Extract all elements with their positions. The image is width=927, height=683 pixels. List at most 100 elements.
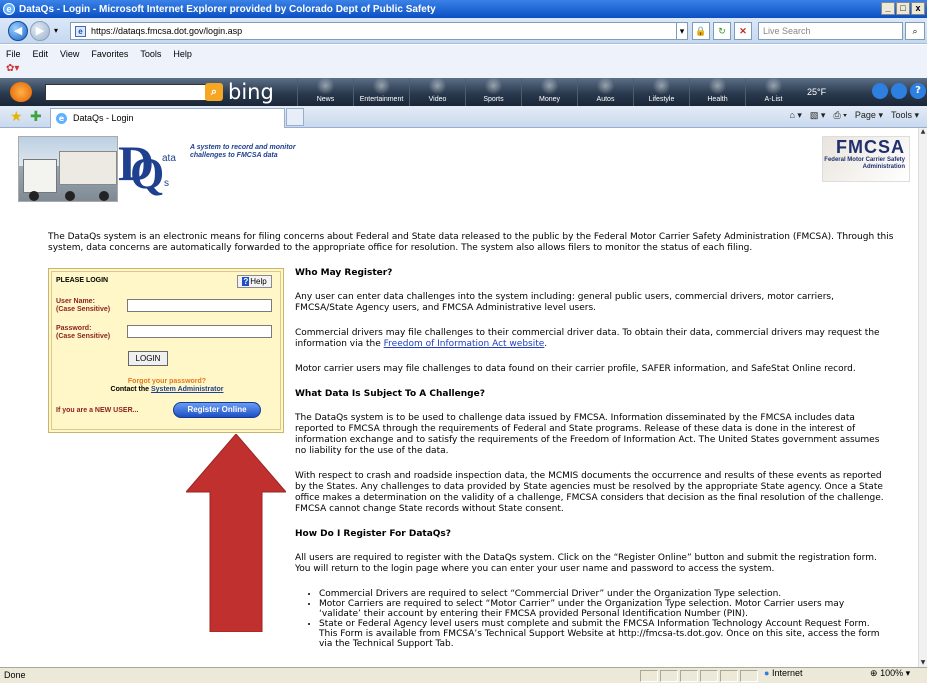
- intro-text: The DataQs system is an electronic means…: [48, 232, 894, 253]
- status-text: Done: [4, 670, 26, 680]
- back-button[interactable]: ◀: [8, 21, 28, 41]
- minimize-button[interactable]: _: [881, 2, 895, 15]
- login-panel: PLEASE LOGIN ? Help User Name: (Case Sensi…: [48, 268, 284, 433]
- menu-file[interactable]: File: [6, 49, 21, 59]
- new-tab-button[interactable]: [286, 108, 304, 126]
- help-button[interactable]: ? Help: [237, 275, 272, 288]
- stop-icon[interactable]: ✕: [734, 22, 752, 40]
- address-dropdown-icon[interactable]: ▾: [676, 22, 688, 40]
- list-item: Commercial Drivers are required to selec…: [319, 589, 885, 599]
- bing-tab-autos[interactable]: Autos: [577, 78, 633, 106]
- registration-list: Commercial Drivers are required to selec…: [319, 589, 885, 649]
- login-title: PLEASE LOGIN: [56, 277, 109, 284]
- toolbar-help-icon[interactable]: ?: [910, 83, 926, 99]
- tab-dataqs-login[interactable]: e DataQs - Login: [50, 108, 285, 128]
- menu-tools[interactable]: Tools: [140, 49, 161, 59]
- zoom-control[interactable]: ⊕ 100% ▾: [870, 668, 910, 679]
- tab-ie-icon: e: [56, 113, 67, 124]
- feeds-icon[interactable]: ▧ ▾: [810, 110, 826, 121]
- forgot-section: Forgot your password? Contact the System…: [110, 378, 224, 393]
- bing-search-button[interactable]: ⌕: [205, 83, 223, 101]
- bing-tab-entertainment[interactable]: Entertainment: [353, 78, 409, 106]
- heading-what-data: What Data Is Subject To A Challenge?: [295, 389, 485, 399]
- menu-edit[interactable]: Edit: [33, 49, 49, 59]
- bing-tab-money[interactable]: Money: [521, 78, 577, 106]
- ie-logo-icon: e: [3, 3, 15, 15]
- live-search-input[interactable]: Live Search: [758, 22, 903, 40]
- bing-toolbar: ⌕ bing News Entertainment Video Sports M…: [0, 78, 927, 106]
- page-content: D Q ata s A system to record and monitor…: [0, 128, 918, 667]
- new-user-label: If you are a NEW USER...: [56, 407, 139, 414]
- bing-logo: bing: [228, 80, 274, 104]
- foia-link[interactable]: Freedom of Information Act website: [384, 339, 545, 349]
- search-icon[interactable]: ⌕: [905, 22, 925, 40]
- globe-icon: ●: [764, 668, 770, 678]
- system-administrator-link[interactable]: System Administrator: [151, 386, 223, 393]
- weather-temperature[interactable]: 25°F: [807, 87, 826, 97]
- username-label: User Name: (Case Sensitive): [56, 298, 111, 313]
- scroll-down-icon[interactable]: ▼: [919, 659, 927, 667]
- menu-bar: File Edit View Favorites Tools Help: [0, 45, 927, 62]
- tab-row: ★ ✚ e DataQs - Login ⌂ ▾ ▧ ▾ ⎙ ▾ Page ▾ …: [0, 106, 927, 128]
- address-url: https://dataqs.fmcsa.dot.gov/login.asp: [91, 26, 243, 36]
- info-content: Who May Register? Any user can enter dat…: [295, 268, 885, 649]
- red-arrow-annotation: [186, 434, 286, 632]
- forgot-password-link[interactable]: Forgot your password?: [128, 378, 206, 385]
- home-icon[interactable]: ⌂ ▾: [789, 110, 801, 121]
- browser-window: e DataQs - Login - Microsoft Internet Ex…: [0, 0, 927, 683]
- toolbar-search-icon[interactable]: [891, 83, 907, 99]
- help-icon: ?: [242, 277, 250, 286]
- window-controls: _ □ x: [881, 2, 925, 15]
- dataqs-logo: D Q ata s: [118, 135, 176, 198]
- tools-menu[interactable]: Tools ▾: [891, 110, 919, 121]
- para-all-users: All users are required to register with …: [295, 553, 877, 574]
- bing-tab-video[interactable]: Video: [409, 78, 465, 106]
- password-input[interactable]: [127, 325, 272, 338]
- vertical-scrollbar[interactable]: ▲ ▼: [918, 128, 927, 667]
- username-input[interactable]: [127, 299, 272, 312]
- fmcsa-logo: FMCSA Federal Motor Carrier Safety Admin…: [822, 136, 910, 182]
- bing-search-input[interactable]: [45, 84, 215, 101]
- lock-icon[interactable]: 🔒: [692, 22, 710, 40]
- page-menu[interactable]: Page ▾: [855, 110, 883, 121]
- menu-view[interactable]: View: [60, 49, 79, 59]
- bing-tab-alist[interactable]: A-List: [745, 78, 801, 106]
- toolbar-globe-icon[interactable]: [872, 83, 888, 99]
- status-bar: Done ● Internet ⊕ 100% ▾: [0, 667, 927, 683]
- command-bar: ⌂ ▾ ▧ ▾ ⎙ ▾ Page ▾ Tools ▾: [789, 110, 919, 121]
- heading-who-may-register: Who May Register?: [295, 268, 393, 278]
- print-icon[interactable]: ⎙ ▾: [833, 110, 846, 121]
- list-item: State or Federal Agency level users must…: [319, 619, 885, 649]
- login-button[interactable]: LOGIN: [128, 351, 168, 366]
- site-tagline: A system to record and monitor challenge…: [190, 144, 296, 159]
- addon-icon[interactable]: ✿▾: [6, 63, 19, 74]
- zone-indicator[interactable]: ● Internet: [764, 668, 802, 678]
- addon-toolbar: ✿▾: [0, 62, 927, 78]
- bing-tab-sports[interactable]: Sports: [465, 78, 521, 106]
- forward-button[interactable]: ▶: [30, 21, 50, 41]
- bing-tab-health[interactable]: Health: [689, 78, 745, 106]
- add-favorites-icon[interactable]: ✚: [30, 109, 42, 125]
- heading-how-register: How Do I Register For DataQs?: [295, 529, 452, 539]
- bing-tab-lifestyle[interactable]: Lifestyle: [633, 78, 689, 106]
- close-button[interactable]: x: [911, 2, 925, 15]
- maximize-button[interactable]: □: [896, 2, 910, 15]
- address-bar[interactable]: e https://dataqs.fmcsa.dot.gov/login.asp: [70, 22, 687, 40]
- menu-help[interactable]: Help: [173, 49, 192, 59]
- refresh-icon[interactable]: ↻: [713, 22, 731, 40]
- para-motor-carrier: Motor carrier users may file challenges …: [295, 364, 856, 374]
- bing-tabs: News Entertainment Video Sports Money Au…: [297, 78, 801, 106]
- para-crash-data: With respect to crash and roadside inspe…: [295, 471, 884, 514]
- password-label: Password: (Case Sensitive): [56, 325, 111, 340]
- favorites-star-icon[interactable]: ★: [10, 109, 23, 125]
- window-title: DataQs - Login - Microsoft Internet Expl…: [19, 3, 436, 15]
- para-dataqs-system: The DataQs system is to be used to chall…: [295, 413, 880, 456]
- bing-tab-news[interactable]: News: [297, 78, 353, 106]
- address-toolbar: ◀ ▶ ▾ e https://dataqs.fmcsa.dot.gov/log…: [0, 18, 927, 44]
- register-online-button[interactable]: Register Online: [173, 402, 261, 418]
- title-bar: e DataQs - Login - Microsoft Internet Ex…: [0, 0, 927, 18]
- history-dropdown-icon[interactable]: ▾: [54, 26, 58, 35]
- list-item: Motor Carriers are required to select “M…: [319, 599, 885, 619]
- menu-favorites[interactable]: Favorites: [91, 49, 128, 59]
- scroll-up-icon[interactable]: ▲: [919, 128, 927, 136]
